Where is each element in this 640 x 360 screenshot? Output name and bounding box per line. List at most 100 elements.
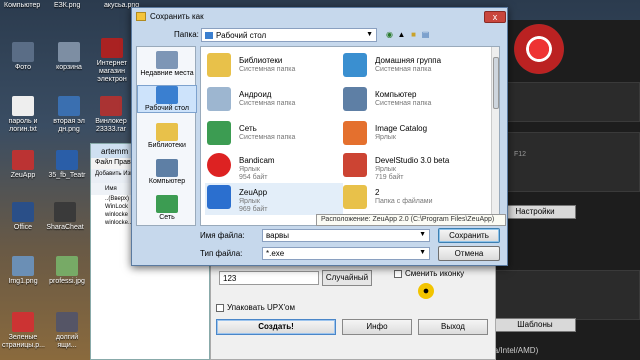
file-item[interactable]: ZeuApp Ярлык 969 байт (205, 183, 343, 215)
image-file-icon (56, 256, 78, 276)
record-button[interactable] (514, 24, 564, 74)
random-button[interactable]: Случайный (322, 270, 372, 286)
develstudio-icon (343, 153, 367, 177)
image-file-icon (12, 256, 34, 276)
download-arrow-icon (207, 185, 231, 209)
desktop-icon[interactable]: долгий ящи... (46, 312, 88, 350)
info-button[interactable]: Инфо (342, 319, 412, 335)
desktop-icon[interactable]: Фото (2, 42, 44, 72)
desktop-icon[interactable]: professi.jpg (46, 256, 88, 286)
save-button[interactable]: Сохранить (438, 228, 500, 243)
desktop-icon (205, 32, 213, 39)
file-item[interactable]: DevelStudio 3.0 beta Ярлык 719 байт (341, 151, 479, 183)
desktop-icon[interactable]: Винлокер 23333.rar (90, 96, 132, 134)
desktop-icon[interactable]: SharaCheat (44, 202, 86, 232)
file-item[interactable]: Image Catalog Ярлык (341, 119, 479, 147)
archive-icon (100, 96, 122, 116)
desktop-icon[interactable]: 35_fb_Teatr (46, 150, 88, 180)
office-icon (12, 202, 34, 222)
place-recent[interactable]: Недавние места (137, 51, 197, 77)
desktop-label[interactable]: ЕЗК.png (54, 0, 98, 12)
desktop-icon[interactable]: пароль и логин.txt (2, 96, 44, 134)
back-icon[interactable]: ◉ (385, 29, 394, 40)
close-button[interactable]: x (484, 11, 506, 23)
homegroup-icon (343, 53, 367, 77)
templates-button[interactable]: Шаблоны (494, 318, 576, 332)
add-button[interactable]: Добавить (95, 171, 122, 177)
recycle-bin-icon (58, 42, 80, 62)
file-item[interactable]: Библиотеки Системная папка (205, 51, 343, 79)
filename-label: Имя файла: (200, 231, 245, 240)
place-network[interactable]: Сеть (137, 195, 197, 221)
file-item[interactable]: Домашняя группа Системная папка (341, 51, 479, 79)
filetype-label: Тип файла: (200, 249, 243, 258)
radiation-icon (418, 283, 434, 299)
desktop-icon[interactable]: корзина (48, 42, 90, 72)
desktop-icon[interactable]: Office (2, 202, 44, 232)
network-icon (156, 195, 178, 213)
up-folder-icon[interactable]: ▲ (397, 29, 406, 40)
exit-button[interactable]: Выход (418, 319, 488, 335)
file-item[interactable]: Bandicam Ярлык 954 байт (205, 151, 343, 183)
desktop-icon[interactable]: Img1.png (2, 256, 44, 286)
image-catalog-icon (343, 121, 367, 145)
text-file-icon (12, 96, 34, 116)
computer-icon (343, 87, 367, 111)
filename-input[interactable]: варвы ▼ (262, 229, 430, 242)
folder-icon (343, 185, 367, 209)
desktop-icon[interactable]: Интернет магазин электрон книга.rar (92, 38, 132, 84)
scrollbar-thumb[interactable] (493, 57, 499, 109)
nav-buttons: ◉ ▲ ■ ▤ (385, 29, 430, 40)
create-button[interactable]: Создать! (216, 319, 336, 335)
place-desktop[interactable]: Рабочий стол (137, 85, 197, 113)
recent-places-icon (156, 51, 178, 69)
places-bar: Недавние места Рабочий стол Библиотеки К… (136, 46, 197, 226)
desktop-icon[interactable]: ZeuApp (2, 150, 44, 180)
chevron-down-icon: ▼ (366, 31, 373, 38)
upx-checkbox[interactable]: Упаковать UPX'ом (216, 303, 295, 312)
desktop-label[interactable]: Компьютер (4, 0, 48, 12)
desktop-icon[interactable]: вторая эл дн.png (48, 96, 90, 134)
folder-select[interactable]: Рабочий стол ▼ (201, 28, 377, 42)
desktop-icon[interactable]: Зеленые страницы.p... (2, 312, 45, 350)
chevron-down-icon: ▼ (419, 249, 426, 256)
chevron-down-icon: ▼ (419, 231, 426, 238)
cancel-button[interactable]: Отмена (438, 246, 500, 261)
network-icon (207, 121, 231, 145)
app-icon (12, 150, 34, 170)
bandicam-icon (207, 153, 231, 177)
document-icon (56, 150, 78, 170)
document-icon (56, 312, 78, 332)
view-menu-icon[interactable]: ▤ (421, 29, 430, 40)
folder-label: Папка: (174, 30, 199, 39)
folder-icon (12, 42, 34, 62)
archive-icon (101, 38, 123, 58)
folder-icon (136, 12, 146, 21)
image-file-icon (58, 96, 80, 116)
new-folder-icon[interactable]: ■ (409, 29, 418, 40)
hotkey-label: F12 (514, 151, 527, 158)
app-icon (54, 202, 76, 222)
menu-item-file[interactable]: Файл (95, 159, 112, 166)
file-list: Библиотеки Системная папка Домашняя групп… (200, 46, 500, 226)
filetype-select[interactable]: *.exe ▼ (262, 247, 430, 260)
file-item[interactable]: Сеть Системная папка (205, 119, 343, 147)
pdf-file-icon (12, 312, 34, 332)
computer-icon (156, 159, 178, 177)
number-field[interactable]: 123 (219, 271, 319, 285)
file-item[interactable]: 2 Папка с файлами (341, 183, 479, 211)
change-icon-checkbox[interactable]: Сменить иконку (394, 269, 464, 278)
place-computer[interactable]: Компьютер (137, 159, 197, 185)
file-item[interactable]: Компьютер Системная папка (341, 85, 479, 113)
checkbox-box (394, 269, 402, 278)
libraries-icon (156, 123, 178, 141)
file-list-scrollbar[interactable] (491, 47, 499, 225)
checkbox-box (216, 303, 224, 312)
tooltip: Расположение: ZeuApp 2.0 (C:\Program Fil… (316, 214, 506, 226)
dialog-title: Сохранить как (150, 12, 204, 21)
desktop-icon (156, 86, 178, 104)
folder-icon (207, 87, 231, 111)
libraries-icon (207, 53, 231, 77)
place-libraries[interactable]: Библиотеки (137, 123, 197, 149)
file-item[interactable]: Андроид Системная папка (205, 85, 343, 113)
